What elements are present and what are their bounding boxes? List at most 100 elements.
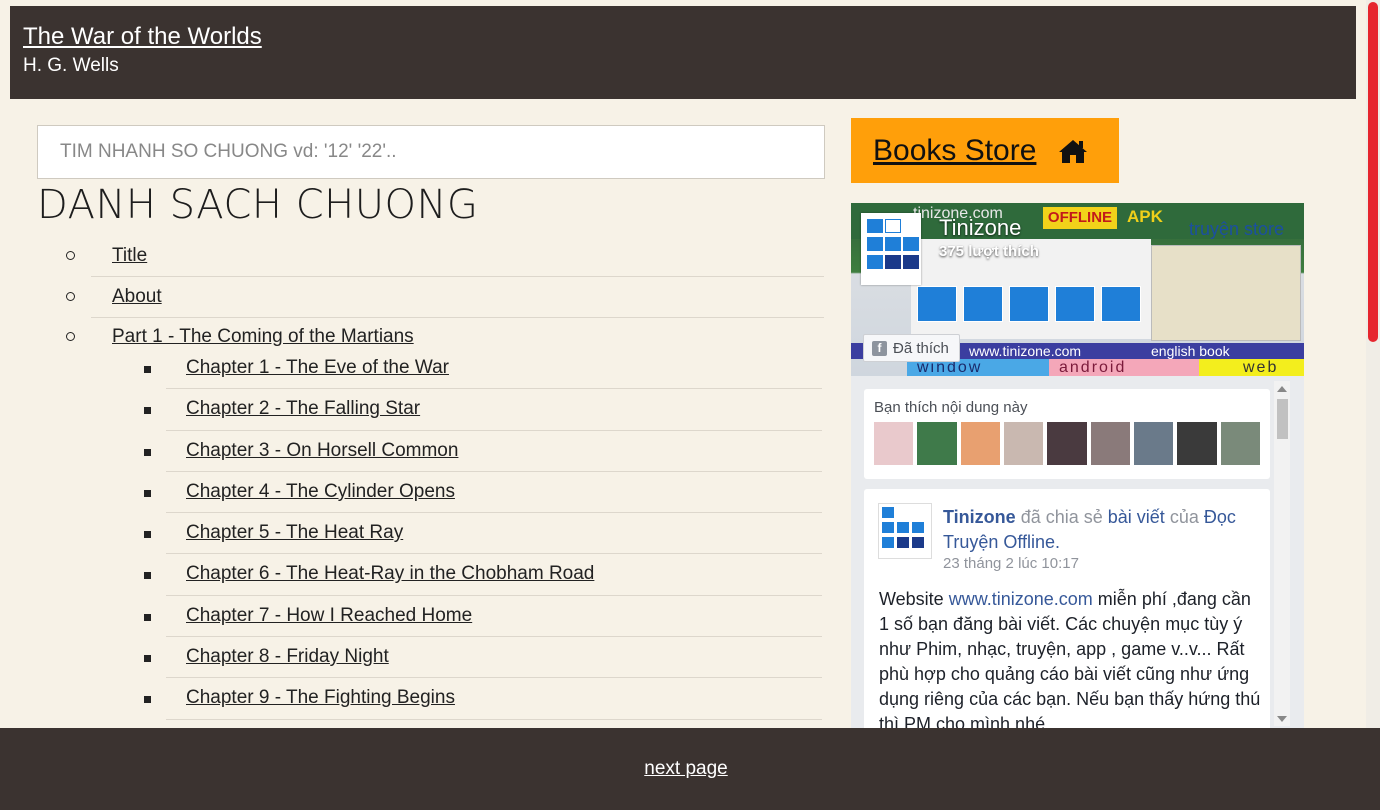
page-footer: next page — [0, 728, 1380, 810]
facebook-page-name[interactable]: Tinizone — [939, 215, 1021, 241]
chapter-link-6[interactable]: Chapter 6 - The Heat-Ray in the Chobham … — [186, 563, 594, 585]
chapter-search-input[interactable] — [37, 125, 825, 179]
post-body-link[interactable]: www.tinizone.com — [949, 589, 1093, 609]
home-icon — [1059, 139, 1088, 163]
post-body: Website www.tinizone.com miễn phí ,đang … — [879, 587, 1264, 728]
chapter-item: Chapter 7 - How I Reached Home — [144, 596, 822, 638]
post-of-text: của — [1169, 507, 1199, 527]
facebook-liked-button[interactable]: f Đã thích — [863, 334, 960, 362]
chapter-link-2[interactable]: Chapter 2 - The Falling Star — [186, 398, 420, 420]
app-tile — [1101, 286, 1141, 322]
fans-card: Bạn thích nội dung này — [864, 389, 1270, 479]
chapter-item: Chapter 5 - The Heat Ray — [144, 513, 822, 555]
logo-tile — [882, 507, 894, 518]
square-bullet-icon — [144, 489, 151, 497]
fan-avatar[interactable] — [1220, 422, 1260, 465]
scroll-down-arrow-icon[interactable] — [1277, 716, 1287, 722]
cover-strip-web: web — [1243, 359, 1279, 376]
logo-tile — [867, 255, 883, 269]
chapter-item: Chapter 2 - The Falling Star — [144, 389, 822, 431]
square-bullet-icon — [144, 655, 151, 663]
chapter-link-4[interactable]: Chapter 4 - The Cylinder Opens — [186, 481, 455, 503]
chapter-link-3[interactable]: Chapter 3 - On Horsell Common — [186, 440, 458, 462]
scroll-up-arrow-icon[interactable] — [1277, 386, 1287, 392]
facebook-cover-image[interactable]: tinizone.com OFFLINE APK truyện store ww… — [851, 203, 1304, 376]
chapter-link-1[interactable]: Chapter 1 - The Eve of the War — [186, 357, 449, 379]
page-profile-picture[interactable] — [861, 213, 921, 285]
toc-link-part-1[interactable]: Part 1 - The Coming of the Martians — [112, 326, 414, 348]
post-shared-text: đã chia sẻ — [1020, 507, 1103, 527]
post-author-avatar[interactable] — [878, 503, 932, 559]
chapter-item: Chapter 8 - Friday Night — [144, 637, 822, 679]
chapter-item: Chapter 1 - The Eve of the War — [144, 348, 822, 390]
circle-bullet-icon — [66, 332, 75, 341]
logo-tile — [897, 522, 909, 533]
fan-avatar[interactable] — [917, 422, 957, 465]
chapter-item: Chapter 6 - The Heat-Ray in the Chobham … — [144, 554, 822, 596]
logo-tile — [903, 255, 919, 269]
cover-offline-text: OFFLINE — [1043, 207, 1117, 229]
circle-bullet-icon — [66, 292, 75, 301]
book-author: H. G. Wells — [23, 55, 119, 76]
fan-avatar[interactable] — [874, 422, 914, 465]
logo-tile — [912, 537, 924, 548]
chapter-sublist: Chapter 1 - The Eve of the War Chapter 2… — [144, 348, 822, 720]
logo-tile — [885, 255, 901, 269]
books-store-button[interactable]: Books Store — [851, 118, 1119, 183]
app-tile — [917, 286, 957, 322]
fan-avatars — [874, 422, 1260, 465]
facebook-post: Tinizone đã chia sẻ bài viết của Đọc Tru… — [864, 489, 1270, 728]
cover-apk-text: APK — [1127, 207, 1163, 226]
facebook-like-count: 375 lượt thích — [939, 243, 1039, 260]
feed-scrollbar[interactable] — [1274, 381, 1290, 726]
next-page-link[interactable]: next page — [644, 758, 727, 780]
fan-avatar[interactable] — [1177, 422, 1217, 465]
square-bullet-icon — [144, 407, 151, 415]
square-bullet-icon — [144, 572, 151, 580]
fan-avatar[interactable] — [1090, 422, 1130, 465]
cover-strip-site: www.tinizone.com — [969, 343, 1082, 359]
book-title-link[interactable]: The War of the Worlds — [23, 22, 1343, 52]
fans-label: Bạn thích nội dung này — [874, 399, 1028, 416]
app-tile — [963, 286, 1003, 322]
post-header: Tinizone đã chia sẻ bài viết của Đọc Tru… — [943, 505, 1263, 555]
feed-scrollbar-thumb[interactable] — [1277, 399, 1288, 439]
page-scrollbar[interactable] — [1366, 0, 1380, 810]
fan-avatar[interactable] — [1003, 422, 1044, 465]
post-body-start: Website — [879, 589, 944, 609]
books-store-label: Books Store — [873, 133, 1037, 167]
toc-link-title[interactable]: Title — [112, 245, 147, 267]
logo-tile — [867, 219, 883, 233]
toc-item-about: About — [66, 277, 824, 318]
fan-avatar[interactable] — [1047, 422, 1087, 465]
cover-strip-book: english book — [1151, 343, 1230, 359]
chapter-link-9[interactable]: Chapter 9 - The Fighting Begins — [186, 687, 455, 709]
page-header: The War of the Worlds H. G. Wells — [10, 6, 1356, 99]
facebook-feed[interactable]: Bạn thích nội dung này Tinizone đã chia … — [851, 376, 1304, 728]
page-scrollbar-thumb[interactable] — [1368, 2, 1378, 342]
chapter-link-7[interactable]: Chapter 7 - How I Reached Home — [186, 605, 472, 627]
fan-avatar[interactable] — [1133, 422, 1174, 465]
post-body-rest: miễn phí ,đang cần 1 số bạn đăng bài viế… — [879, 589, 1261, 728]
app-tile — [1055, 286, 1095, 322]
logo-tile — [885, 219, 901, 233]
cover-store-text: truyện store — [1189, 219, 1285, 239]
toc-link-about[interactable]: About — [112, 286, 162, 308]
fan-avatar[interactable] — [960, 422, 1000, 465]
app-tile — [1009, 286, 1049, 322]
chapter-item: Chapter 3 - On Horsell Common — [144, 431, 822, 472]
post-page-link[interactable]: Tinizone — [943, 507, 1016, 527]
chapter-item: Chapter 4 - The Cylinder Opens — [144, 472, 822, 514]
chapter-list-heading: DANH SACH CHUONG — [37, 182, 479, 228]
logo-tile — [867, 237, 883, 251]
square-bullet-icon — [144, 696, 151, 704]
chapter-list: Title About Part 1 - The Coming of the M… — [64, 236, 824, 720]
chapter-link-5[interactable]: Chapter 5 - The Heat Ray — [186, 522, 403, 544]
chapter-item: Chapter 9 - The Fighting Begins — [144, 678, 822, 720]
post-shared-link[interactable]: bài viết — [1108, 507, 1165, 527]
post-timestamp[interactable]: 23 tháng 2 lúc 10:17 — [943, 555, 1079, 572]
chapter-link-8[interactable]: Chapter 8 - Friday Night — [186, 646, 389, 668]
facebook-icon: f — [872, 340, 887, 356]
toc-item-part-1: Part 1 - The Coming of the Martians — [66, 318, 824, 348]
chapter-sublist-container: Chapter 1 - The Eve of the War Chapter 2… — [64, 348, 824, 720]
